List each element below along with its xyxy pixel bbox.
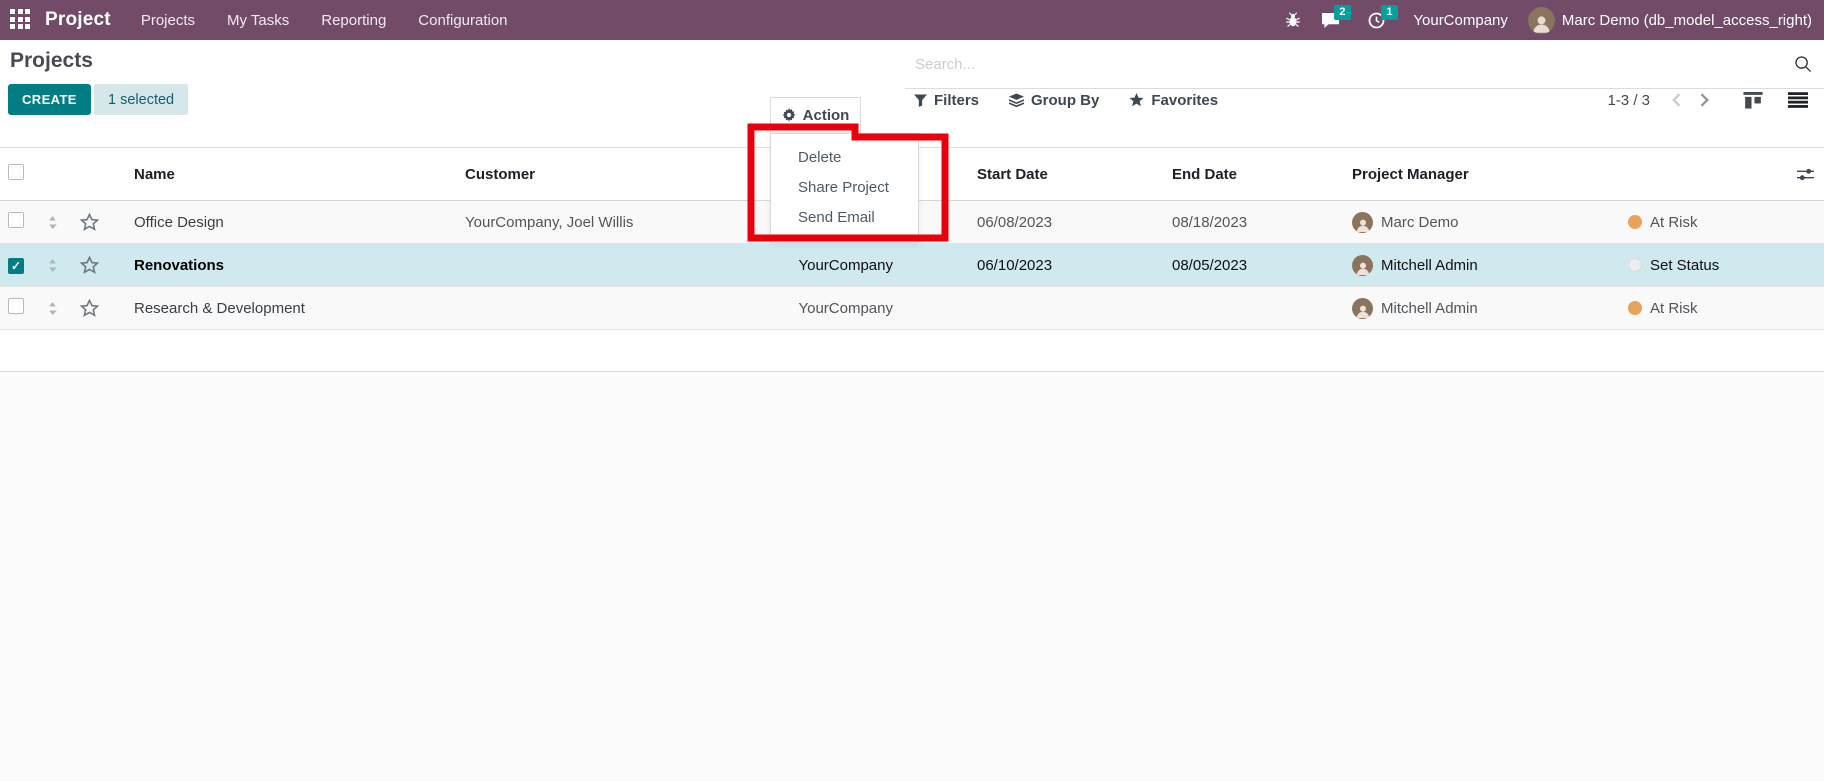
row-checkbox[interactable] xyxy=(8,212,24,228)
column-header-end-date[interactable]: End Date xyxy=(1172,166,1352,183)
user-name: Marc Demo (db_model_access_right) xyxy=(1562,12,1812,29)
customer-cell: YourCompany xyxy=(460,300,977,317)
action-menu-item-delete[interactable]: Delete xyxy=(771,143,918,173)
action-dropdown: Action DeleteShare ProjectSend Email xyxy=(770,97,861,133)
debug-bug-icon[interactable] xyxy=(1285,12,1301,28)
top-menus: Projects My Tasks Reporting Configuration xyxy=(141,12,508,29)
column-options-sliders-icon[interactable] xyxy=(1797,168,1814,185)
manager-avatar xyxy=(1352,298,1373,319)
top-menu-my-tasks[interactable]: My Tasks xyxy=(227,12,289,29)
pager-next-button[interactable] xyxy=(1698,91,1712,109)
kanban-view-button[interactable] xyxy=(1741,90,1765,111)
customer-cell: YourCompany xyxy=(460,257,977,274)
favorite-star-icon[interactable] xyxy=(80,299,112,317)
groupby-button[interactable]: Group By xyxy=(1009,92,1099,109)
search-input[interactable] xyxy=(915,56,1794,73)
manager-name: Mitchell Admin xyxy=(1381,257,1478,274)
status-indicator[interactable] xyxy=(1628,215,1642,229)
top-menu-configuration[interactable]: Configuration xyxy=(418,12,507,29)
systray: 2 1 YourCompany Marc Demo (db_model_acce… xyxy=(1285,7,1816,34)
table-row[interactable]: Research & DevelopmentYourCompany Mitchel… xyxy=(0,287,1824,330)
content-background xyxy=(0,372,1824,781)
apps-menu-icon[interactable] xyxy=(10,9,32,31)
drag-handle-icon[interactable] xyxy=(48,259,76,272)
select-all-checkbox[interactable] xyxy=(8,164,24,180)
activities-clock-icon[interactable]: 1 xyxy=(1368,12,1385,29)
search-facets: Filters Group By Favorites xyxy=(914,84,1218,116)
layers-icon xyxy=(1009,93,1024,107)
pager-previous-button[interactable] xyxy=(1669,91,1683,109)
search-icon[interactable] xyxy=(1794,55,1812,73)
project-name-cell: Office Design xyxy=(112,214,460,231)
row-checkbox[interactable]: ✓ xyxy=(8,258,24,274)
pager: 1-3 / 3 xyxy=(1607,84,1810,116)
company-switcher[interactable]: YourCompany xyxy=(1413,12,1508,29)
top-menu-reporting[interactable]: Reporting xyxy=(321,12,386,29)
project-manager-cell: Mitchell Admin xyxy=(1352,298,1620,319)
status-cell[interactable]: At Risk xyxy=(1620,300,1824,317)
action-menu-item-send-email[interactable]: Send Email xyxy=(771,203,918,233)
end-date-cell: 08/05/2023 xyxy=(1172,257,1352,274)
project-manager-cell: Marc Demo xyxy=(1352,212,1620,233)
row-checkbox[interactable] xyxy=(8,298,24,314)
action-menu: DeleteShare ProjectSend Email xyxy=(770,133,919,243)
start-date-cell: 06/08/2023 xyxy=(977,214,1172,231)
user-menu[interactable]: Marc Demo (db_model_access_right) xyxy=(1528,7,1812,34)
table-empty-row xyxy=(0,330,1824,372)
messages-icon[interactable]: 2 xyxy=(1321,12,1340,28)
gear-icon xyxy=(782,108,796,122)
manager-name: Marc Demo xyxy=(1381,214,1459,231)
top-navbar: Project Projects My Tasks Reporting Configu… xyxy=(0,0,1824,40)
drag-handle-icon[interactable] xyxy=(48,216,76,229)
status-indicator[interactable] xyxy=(1628,258,1642,272)
page-title: Projects xyxy=(10,49,93,73)
favorites-button[interactable]: Favorites xyxy=(1129,92,1218,109)
top-menu-projects[interactable]: Projects xyxy=(141,12,195,29)
search-bar xyxy=(905,40,1824,89)
status-label: At Risk xyxy=(1650,214,1698,231)
table-row[interactable]: ✓ RenovationsYourCompany06/10/202308/05/2… xyxy=(0,244,1824,287)
column-header-start-date[interactable]: Start Date xyxy=(977,166,1172,183)
project-name-cell: Research & Development xyxy=(112,300,460,317)
end-date-cell: 08/18/2023 xyxy=(1172,214,1352,231)
status-indicator[interactable] xyxy=(1628,301,1642,315)
column-header-project-manager[interactable]: Project Manager xyxy=(1352,166,1620,183)
status-label: Set Status xyxy=(1650,257,1719,274)
favorite-star-icon[interactable] xyxy=(80,256,112,274)
messages-count-badge: 2 xyxy=(1334,5,1350,20)
column-header-name[interactable]: Name xyxy=(112,166,460,183)
filters-button[interactable]: Filters xyxy=(914,92,979,109)
action-menu-item-share-project[interactable]: Share Project xyxy=(771,173,918,203)
status-cell[interactable]: At Risk xyxy=(1620,214,1824,231)
favorite-star-icon[interactable] xyxy=(80,213,112,231)
pager-range: 1-3 / 3 xyxy=(1607,92,1650,109)
project-manager-cell: Mitchell Admin xyxy=(1352,255,1620,276)
action-button[interactable]: Action xyxy=(770,97,861,133)
favorites-star-icon xyxy=(1129,93,1144,107)
manager-avatar xyxy=(1352,255,1373,276)
status-cell[interactable]: Set Status xyxy=(1620,257,1824,274)
manager-avatar xyxy=(1352,212,1373,233)
drag-handle-icon[interactable] xyxy=(48,302,76,315)
create-button[interactable]: CREATE xyxy=(8,84,91,115)
project-name-cell: Renovations xyxy=(112,257,460,274)
start-date-cell: 06/10/2023 xyxy=(977,257,1172,274)
activities-count-badge: 1 xyxy=(1381,5,1397,20)
status-label: At Risk xyxy=(1650,300,1698,317)
manager-name: Mitchell Admin xyxy=(1381,300,1478,317)
list-view-button[interactable] xyxy=(1786,90,1810,110)
user-avatar xyxy=(1528,7,1555,34)
app-name[interactable]: Project xyxy=(45,9,111,31)
selection-count-badge: 1 selected xyxy=(94,84,188,115)
filter-funnel-icon xyxy=(914,94,927,107)
